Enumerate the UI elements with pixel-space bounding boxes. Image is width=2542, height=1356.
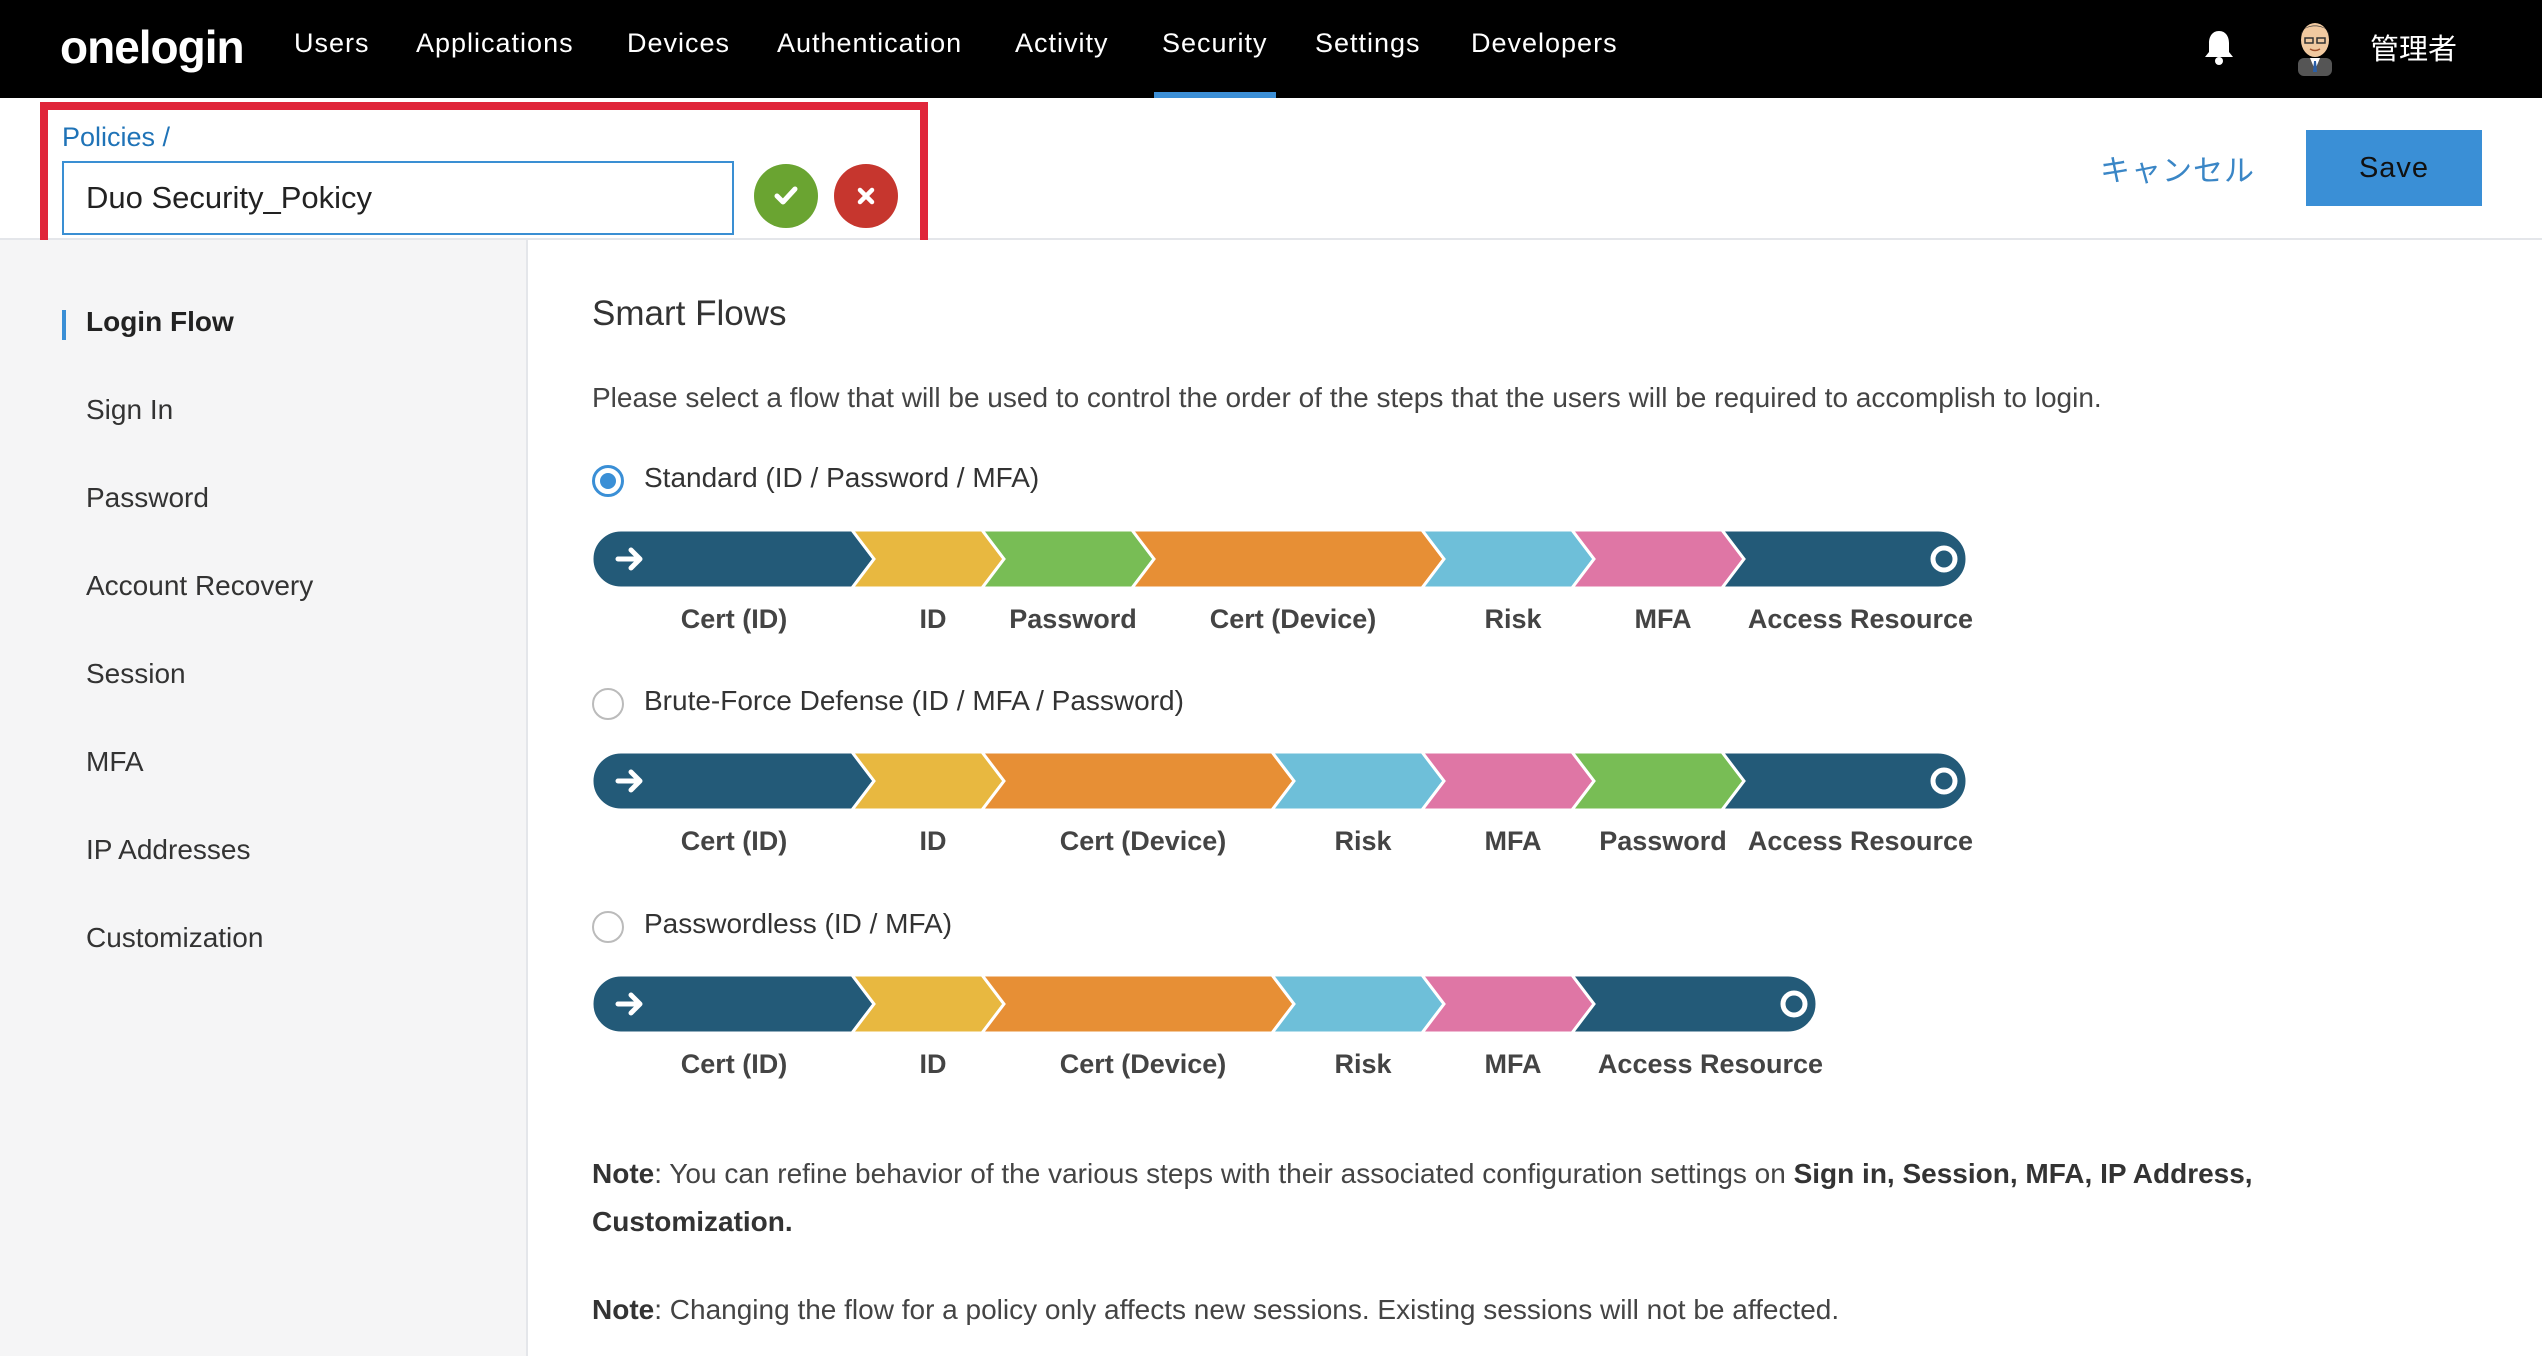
nav-authentication[interactable]: Authentication	[777, 28, 962, 98]
breadcrumb[interactable]: Policies /	[62, 122, 170, 153]
flow-step-mfa	[1570, 530, 1746, 588]
flow-diagram-brute-force	[592, 752, 1969, 810]
nav-users[interactable]: Users	[294, 28, 370, 98]
flow-description: Please select a flow that will be used t…	[592, 382, 2102, 413]
flow-step-label: Access Resource	[1747, 826, 1974, 856]
flow-step-mfa	[1420, 975, 1596, 1033]
flow-step-password	[1570, 752, 1746, 810]
sidebar-item-password[interactable]: Password	[86, 482, 209, 514]
flow-step-label: Password	[1009, 604, 1137, 634]
flow-step-access-resource	[1720, 752, 1969, 810]
flow-step-label: Risk	[1334, 826, 1392, 856]
flow-step-label: Access Resource	[1747, 604, 1974, 634]
note-text: : You can refine behavior of the various…	[654, 1158, 1794, 1189]
sidebar-item-login-flow[interactable]: Login Flow	[86, 306, 234, 338]
sidebar-item-mfa[interactable]: MFA	[86, 746, 144, 778]
flow-step-risk	[1420, 530, 1596, 588]
note-prefix: Note	[592, 1158, 655, 1189]
flow-step-id	[850, 975, 1006, 1033]
flow-step-label: MFA	[1484, 1049, 1542, 1079]
nav-applications[interactable]: Applications	[416, 28, 574, 98]
flow-step-id	[850, 752, 1006, 810]
flow-step-risk	[1270, 752, 1446, 810]
user-name[interactable]: 管理者	[2370, 26, 2457, 68]
flow-step-access-resource	[1570, 975, 1819, 1033]
flow-step-cert-device	[1130, 530, 1446, 588]
flow-diagram-standard	[592, 530, 1969, 588]
onelogin-logo[interactable]: onelogin	[60, 20, 245, 74]
sidebar-item-session[interactable]: Session	[86, 658, 186, 690]
nav-devices[interactable]: Devices	[627, 28, 730, 98]
flow-diagram-passwordless	[592, 975, 1819, 1033]
flow-step-access-resource	[1720, 530, 1969, 588]
flow-step-label: Cert (Device)	[1059, 826, 1227, 856]
confirm-name-button[interactable]	[754, 164, 818, 228]
flow-step-label: Cert (ID)	[680, 1049, 788, 1079]
nav-security[interactable]: Security	[1154, 28, 1276, 98]
sidebar-item-ip-addresses[interactable]: IP Addresses	[86, 834, 250, 866]
note-configuration: Note: You can refine behavior of the var…	[592, 1150, 2352, 1246]
page-title: Smart Flows	[592, 294, 787, 333]
flow-step-label: Cert (Device)	[1059, 1049, 1227, 1079]
flow-radio-passwordless[interactable]	[592, 911, 624, 943]
flow-step-cert-device	[980, 752, 1296, 810]
save-button[interactable]: Save	[2306, 130, 2482, 206]
flow-label-passwordless[interactable]: Passwordless (ID / MFA)	[644, 908, 952, 940]
flow-step-cert-device	[980, 975, 1296, 1033]
flow-radio-brute-force[interactable]	[592, 688, 624, 720]
sidebar-item-customization[interactable]: Customization	[86, 922, 263, 954]
top-nav: onelogin Users Applications Devices Auth…	[0, 0, 2542, 98]
nav-activity[interactable]: Activity	[1015, 28, 1109, 98]
flow-step-id	[850, 530, 1006, 588]
cancel-link[interactable]: キャンセル	[2100, 146, 2255, 190]
flow-step-label: Password	[1599, 826, 1727, 856]
flow-step-label: Risk	[1484, 604, 1542, 634]
flow-step-label: ID	[919, 826, 947, 856]
sidebar-item-sign-in[interactable]: Sign In	[86, 394, 173, 426]
policy-name-input[interactable]	[62, 161, 734, 235]
nav-settings[interactable]: Settings	[1315, 28, 1421, 98]
flow-step-password	[980, 530, 1156, 588]
flow-step-label: ID	[919, 1049, 947, 1079]
flow-step-label: Risk	[1334, 1049, 1392, 1079]
flow-step-mfa	[1420, 752, 1596, 810]
check-icon	[774, 186, 798, 205]
x-icon	[857, 187, 875, 205]
flow-label-brute-force[interactable]: Brute-Force Defense (ID / MFA / Password…	[644, 685, 1184, 717]
flow-radio-standard[interactable]	[592, 465, 624, 497]
cancel-name-button[interactable]	[834, 164, 898, 228]
flow-step-risk	[1270, 975, 1446, 1033]
bell-icon[interactable]	[2202, 28, 2236, 66]
flow-step-label: MFA	[1634, 604, 1692, 634]
flow-step-label: MFA	[1484, 826, 1542, 856]
flow-step-label: Access Resource	[1597, 1049, 1824, 1079]
flow-step-label: Cert (ID)	[680, 604, 788, 634]
flow-step-label: ID	[919, 604, 947, 634]
note-text: : Changing the flow for a policy only af…	[654, 1294, 1840, 1325]
nav-developers[interactable]: Developers	[1471, 28, 1618, 98]
sidebar-item-account-recovery[interactable]: Account Recovery	[86, 570, 313, 602]
active-indicator	[62, 310, 66, 340]
flow-label-standard[interactable]: Standard (ID / Password / MFA)	[644, 462, 1039, 494]
sidebar	[0, 240, 528, 1356]
user-avatar[interactable]	[2288, 14, 2342, 76]
note-sessions: Note: Changing the flow for a policy onl…	[592, 1286, 2352, 1334]
flow-step-label: Cert (ID)	[680, 826, 788, 856]
note-prefix: Note	[592, 1294, 655, 1325]
flow-step-label: Cert (Device)	[1209, 604, 1377, 634]
